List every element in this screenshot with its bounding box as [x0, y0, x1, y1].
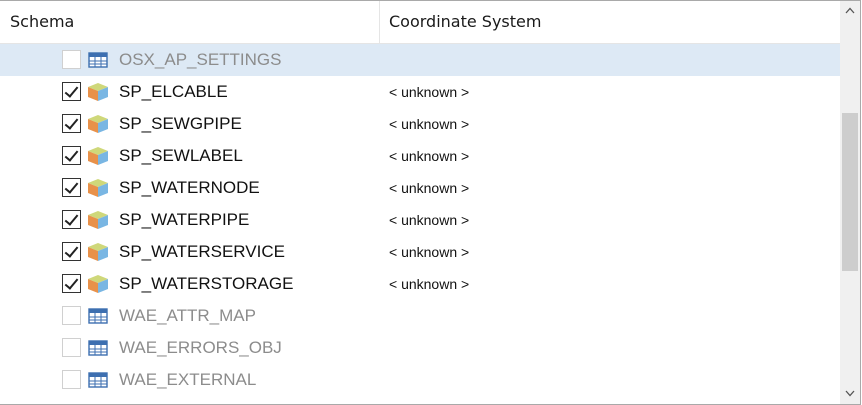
- column-header-coordinate-system[interactable]: Coordinate System: [389, 1, 829, 43]
- list-row[interactable]: SP_ELCABLE < unknown >: [0, 76, 840, 108]
- feature-class-icon: [86, 146, 110, 166]
- row-schema-name: SP_WATERSTORAGE: [119, 274, 294, 293]
- row-checkbox: [62, 370, 81, 389]
- row-coordinate-system: < unknown >: [389, 116, 470, 132]
- row-schema-name: WAE_ERRORS_OBJ: [119, 338, 282, 357]
- row-checkbox: [62, 50, 81, 69]
- row-schema-name: WAE_ATTR_MAP: [119, 306, 256, 325]
- checkmark-icon: [64, 147, 79, 162]
- table-icon: [86, 370, 110, 390]
- list-row[interactable]: WAE_ERRORS_OBJ: [0, 332, 840, 364]
- row-checkbox[interactable]: [62, 242, 81, 261]
- feature-class-icon: [86, 274, 110, 294]
- schema-list-view[interactable]: Schema Coordinate System OSX_AP_SETTINGS…: [0, 0, 861, 405]
- row-schema-name: WAE_EXTERNAL: [119, 370, 257, 389]
- list-row[interactable]: WAE_EXTERNAL: [0, 364, 840, 396]
- row-schema-name: OSX_AP_SETTINGS: [119, 50, 282, 69]
- row-checkbox: [62, 338, 81, 357]
- row-schema-name: SP_WATERNODE: [119, 178, 260, 197]
- row-coordinate-system: < unknown >: [389, 180, 470, 196]
- row-checkbox[interactable]: [62, 178, 81, 197]
- feature-class-icon: [86, 178, 110, 198]
- list-row[interactable]: SP_WATERPIPE < unknown >: [0, 204, 840, 236]
- row-coordinate-system: < unknown >: [389, 148, 470, 164]
- schema-rows: OSX_AP_SETTINGS SP_ELCABLE < unknown > SP_S…: [0, 44, 840, 396]
- column-divider[interactable]: [379, 1, 380, 43]
- checkmark-icon: [64, 115, 79, 130]
- row-checkbox[interactable]: [62, 210, 81, 229]
- checkmark-icon: [64, 179, 79, 194]
- row-schema-name: SP_ELCABLE: [119, 82, 228, 101]
- column-header-schema[interactable]: Schema: [10, 1, 378, 43]
- feature-class-icon: [86, 114, 110, 134]
- row-schema-name: SP_WATERPIPE: [119, 210, 250, 229]
- list-row[interactable]: SP_WATERSERVICE < unknown >: [0, 236, 840, 268]
- list-row[interactable]: SP_WATERSTORAGE < unknown >: [0, 268, 840, 300]
- row-coordinate-system: < unknown >: [389, 244, 470, 260]
- table-icon: [86, 338, 110, 358]
- chevron-up-icon: [845, 7, 855, 14]
- row-coordinate-system: < unknown >: [389, 84, 470, 100]
- row-schema-name: SP_WATERSERVICE: [119, 242, 285, 261]
- chevron-down-icon: [845, 390, 855, 397]
- checkmark-icon: [64, 83, 79, 98]
- checkmark-icon: [64, 211, 79, 226]
- list-row[interactable]: WAE_ATTR_MAP: [0, 300, 840, 332]
- row-checkbox[interactable]: [62, 82, 81, 101]
- table-icon: [86, 50, 110, 70]
- checkmark-icon: [64, 275, 79, 290]
- list-row[interactable]: SP_SEWLABEL < unknown >: [0, 140, 840, 172]
- scroll-down-button[interactable]: [840, 384, 860, 404]
- row-schema-name: SP_SEWGPIPE: [119, 114, 242, 133]
- row-checkbox: [62, 306, 81, 325]
- checkmark-icon: [64, 243, 79, 258]
- list-row[interactable]: SP_SEWGPIPE < unknown >: [0, 108, 840, 140]
- row-schema-name: SP_SEWLABEL: [119, 146, 243, 165]
- vertical-scrollbar[interactable]: [840, 1, 860, 404]
- scroll-up-button[interactable]: [840, 1, 860, 21]
- list-header: Schema Coordinate System: [0, 1, 840, 44]
- feature-class-icon: [86, 242, 110, 262]
- table-icon: [86, 306, 110, 326]
- scroll-thumb[interactable]: [842, 113, 858, 271]
- list-row[interactable]: OSX_AP_SETTINGS: [0, 44, 840, 76]
- feature-class-icon: [86, 82, 110, 102]
- feature-class-icon: [86, 210, 110, 230]
- row-coordinate-system: < unknown >: [389, 276, 470, 292]
- row-coordinate-system: < unknown >: [389, 212, 470, 228]
- list-row[interactable]: SP_WATERNODE < unknown >: [0, 172, 840, 204]
- row-checkbox[interactable]: [62, 114, 81, 133]
- row-checkbox[interactable]: [62, 146, 81, 165]
- row-checkbox[interactable]: [62, 274, 81, 293]
